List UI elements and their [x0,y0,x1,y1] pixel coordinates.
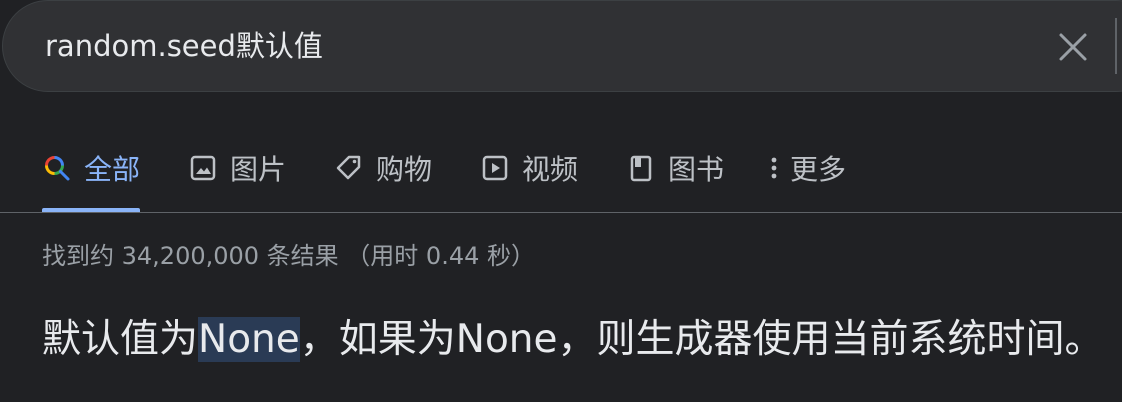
tab-videos[interactable]: 视频 [480,148,578,188]
book-icon [626,153,656,183]
tab-shopping-label: 购物 [376,153,433,186]
snippet-highlight: None [198,317,300,362]
search-input[interactable]: random.seed默认值 [45,27,323,65]
tab-images-label: 图片 [230,153,287,186]
tab-images[interactable]: 图片 [188,148,286,188]
tab-books[interactable]: 图书 [626,148,724,188]
tab-all[interactable]: 全部 [42,148,140,188]
tabs-divider [0,212,1122,213]
tab-shopping[interactable]: 购物 [334,148,432,188]
tab-videos-label: 视频 [522,153,579,186]
search-box[interactable]: random.seed默认值 [2,0,1122,92]
tab-more[interactable]: 更多 [766,148,846,188]
search-box-divider [1115,18,1117,74]
more-vert-icon [766,153,782,183]
tab-more-label: 更多 [790,153,847,186]
play-icon [480,153,510,183]
tab-books-label: 图书 [668,153,725,186]
result-snippet: 默认值为None，如果为None，则生成器使用当前系统时间。 [42,314,1104,366]
search-icon [42,153,72,183]
search-results-page: random.seed默认值 全部 图片 购物 视频 图书 更多 找到约 34,… [0,0,1122,402]
tab-all-label: 全部 [84,153,141,186]
close-icon[interactable] [1051,25,1095,69]
snippet-after: ，如果为None，则生成器使用当前系统时间。 [299,317,1104,362]
search-tabs: 全部 图片 购物 视频 图书 更多 [0,140,1122,212]
tag-icon [334,153,364,183]
image-icon [188,153,218,183]
snippet-before: 默认值为 [42,317,199,362]
result-stats: 找到约 34,200,000 条结果 （用时 0.44 秒） [42,242,535,270]
